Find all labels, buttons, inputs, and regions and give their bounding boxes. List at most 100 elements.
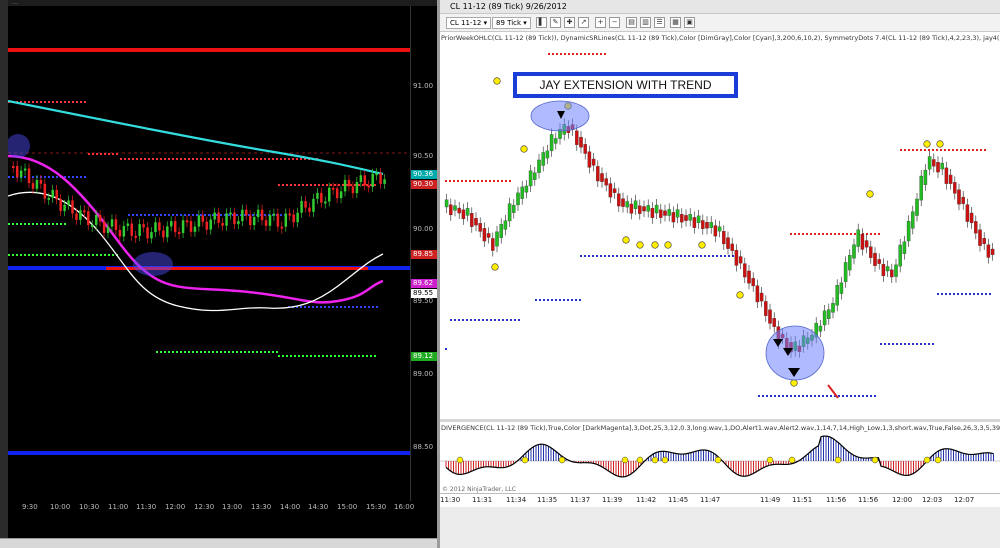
candle-body <box>944 167 949 184</box>
support-dot <box>838 395 840 397</box>
candle-body <box>507 203 512 222</box>
divergence-dot <box>714 456 722 464</box>
level-dot <box>56 176 58 178</box>
support-dot <box>810 395 812 397</box>
support-dot <box>774 395 776 397</box>
level-dot <box>64 101 66 103</box>
candle-body <box>23 168 27 171</box>
resistance-dot <box>940 149 942 151</box>
level-dot <box>310 184 312 186</box>
level-dot <box>128 214 130 216</box>
support-dot <box>632 255 634 257</box>
support-dot <box>720 255 722 257</box>
level-dot <box>16 254 18 256</box>
level-dot <box>358 355 360 357</box>
left-xtick: 9:30 <box>22 503 38 511</box>
left-horizontal-scrollbar[interactable] <box>0 538 437 548</box>
support-dot <box>953 293 955 295</box>
panel-separator[interactable] <box>440 419 1000 422</box>
crosshair-icon[interactable]: ✚ <box>564 17 575 28</box>
level-dot <box>252 351 254 353</box>
screen: … 91.00 90.50 90.00 89.50 89.00 88.50 90… <box>0 0 1000 548</box>
level-dot <box>204 158 206 160</box>
window-icon[interactable]: ▣ <box>684 17 695 28</box>
candle-body <box>831 303 835 313</box>
support-dot <box>624 255 626 257</box>
candle-body <box>245 209 248 216</box>
candle-body <box>537 159 541 173</box>
support-dot <box>494 319 496 321</box>
support-dot <box>778 395 780 397</box>
left-xtick: 15:00 <box>337 503 358 511</box>
right-price-svg <box>444 53 995 399</box>
candle-body <box>839 282 844 294</box>
candle-body <box>659 209 663 218</box>
level-dot <box>48 101 50 103</box>
left-price-plot[interactable] <box>8 6 410 501</box>
strategies-icon[interactable]: ▥ <box>640 17 651 28</box>
bottom-scroll-area[interactable] <box>440 507 1000 548</box>
indicator-label: PriorWeekOHLC(CL 11-12 (89 Tick)), Dynam… <box>441 34 1000 42</box>
candle-body <box>79 210 82 220</box>
support-dot <box>782 395 784 397</box>
candle-body <box>154 222 157 233</box>
panel-icon[interactable]: ▦ <box>670 17 681 28</box>
right-price-plot[interactable] <box>440 43 1000 419</box>
resistance-dot <box>576 53 578 55</box>
resistance-dot <box>461 180 463 182</box>
level-dot <box>208 214 210 216</box>
left-price-axis[interactable]: 91.00 90.50 90.00 89.50 89.00 88.50 90.3… <box>410 6 438 501</box>
level-dot <box>136 158 138 160</box>
interval-dropdown[interactable]: 89 Tick ▾ <box>492 17 531 29</box>
resistance-dot <box>960 149 962 151</box>
resistance-dot <box>509 180 511 182</box>
candle-body <box>193 226 197 232</box>
properties-icon[interactable]: ☰ <box>654 17 665 28</box>
level-dot <box>188 351 190 353</box>
candle-body <box>701 220 705 229</box>
candle-body <box>470 213 474 227</box>
resistance-dot <box>874 233 876 235</box>
level-dot <box>156 351 158 353</box>
resistance-dot <box>572 53 574 55</box>
zoom-in-icon[interactable]: + <box>595 17 606 28</box>
level-dot <box>248 351 250 353</box>
level-dot <box>44 101 46 103</box>
draw-tool-icon[interactable]: ↗ <box>578 17 589 28</box>
indicators-icon[interactable]: ▤ <box>626 17 637 28</box>
support-dot <box>498 319 500 321</box>
candle-body <box>730 243 734 251</box>
candle-body <box>312 198 315 212</box>
bar-style-icon[interactable]: ▌ <box>536 17 547 28</box>
candle-body <box>359 175 363 182</box>
resistance-dot <box>956 149 958 151</box>
support-dot <box>502 319 504 321</box>
price-tag-red: 90.30 <box>411 180 438 189</box>
resistance-dot <box>850 233 852 235</box>
pencil-icon[interactable]: ✎ <box>550 17 561 28</box>
candle-body <box>696 215 701 223</box>
resistance-dot <box>810 233 812 235</box>
highlight-ellipse <box>133 252 173 276</box>
support-dot <box>672 255 674 257</box>
support-dot <box>928 343 930 345</box>
level-dot <box>362 355 364 357</box>
level-dot <box>306 355 308 357</box>
candle-body <box>877 259 881 264</box>
candle-body <box>205 221 209 230</box>
zoom-out-icon[interactable]: − <box>609 17 620 28</box>
support-dot <box>580 255 582 257</box>
level-dot <box>232 158 234 160</box>
candle-body <box>915 198 919 216</box>
level-dot <box>40 254 42 256</box>
level-dot <box>292 158 294 160</box>
level-dot <box>32 254 34 256</box>
level-dot <box>260 351 262 353</box>
left-xtick: 12:30 <box>194 503 215 511</box>
level-dot <box>72 254 74 256</box>
candle-body <box>320 192 323 203</box>
left-xtick: 15:30 <box>366 503 387 511</box>
divergence-plot[interactable] <box>440 433 1000 493</box>
resistance-dot <box>580 53 582 55</box>
instrument-dropdown[interactable]: CL 11-12 ▾ <box>446 17 492 29</box>
